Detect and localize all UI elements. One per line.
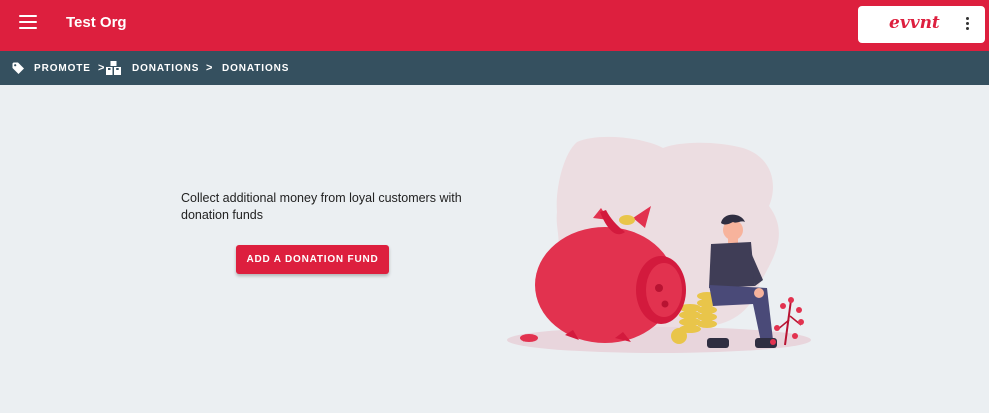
empty-state-description: Collect additional money from loyal cust… — [181, 191, 462, 222]
boxes-icon — [106, 61, 121, 75]
brand-logo-card: evvnt — [858, 6, 985, 43]
breadcrumb-separator: > — [98, 62, 105, 74]
breadcrumb: PROMOTE > DONATIONS > DONATIONS — [0, 51, 989, 85]
add-donation-fund-button[interactable]: ADD A DONATION FUND — [236, 245, 389, 274]
evvnt-logo: evvnt — [889, 13, 940, 33]
more-vertical-icon[interactable] — [966, 17, 970, 31]
breadcrumb-separator: > — [206, 62, 213, 74]
org-title: Test Org — [66, 14, 127, 31]
top-app-bar: Test Org evvnt — [0, 0, 989, 51]
hamburger-menu-icon[interactable] — [19, 15, 37, 31]
breadcrumb-item-promote[interactable]: PROMOTE — [34, 63, 91, 74]
tag-icon — [12, 62, 24, 74]
piggy-bank-illustration — [507, 136, 811, 353]
breadcrumb-item-donations-current: DONATIONS — [222, 63, 290, 74]
breadcrumb-item-donations[interactable]: DONATIONS — [132, 63, 199, 74]
